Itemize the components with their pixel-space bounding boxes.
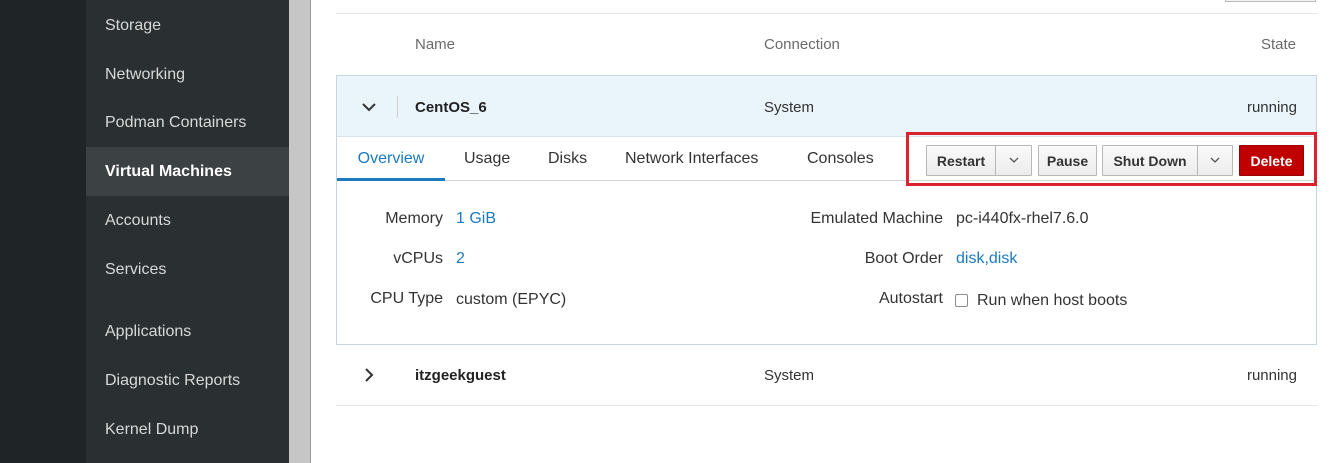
autostart-checkbox[interactable] — [955, 294, 968, 307]
sidebar-item-kernel-dump[interactable]: Kernel Dump — [86, 405, 289, 454]
boot-order-value-link[interactable]: disk,disk — [956, 250, 1017, 268]
tab-usage[interactable]: Usage — [464, 137, 510, 181]
main-content: Name Connection State CentOS_6 System ru… — [311, 0, 1341, 463]
sidebar-item-podman-containers[interactable]: Podman Containers — [86, 98, 289, 147]
vcpus-label: vCPUs — [393, 250, 443, 267]
emulated-machine-value: pc-i440fx-rhel7.6.0 — [956, 210, 1089, 227]
column-header-state: State — [1261, 36, 1297, 53]
sidebar-item-networking[interactable]: Networking — [86, 50, 289, 99]
vm-name[interactable]: itzgeekguest — [415, 367, 506, 384]
sidebar-item-virtual-machines[interactable]: Virtual Machines — [86, 147, 289, 196]
tab-disks[interactable]: Disks — [548, 137, 587, 181]
emulated-machine-label: Emulated Machine — [810, 210, 943, 227]
tab-consoles[interactable]: Consoles — [807, 137, 874, 181]
top-button-edge[interactable] — [1225, 0, 1316, 2]
divider — [336, 13, 1317, 14]
sidebar-item-diagnostic-reports[interactable]: Diagnostic Reports — [86, 356, 289, 405]
vcpus-value-link[interactable]: 2 — [456, 250, 465, 268]
vm-row[interactable]: itzgeekguest System running — [336, 345, 1317, 406]
autostart-label: Autostart — [878, 290, 943, 307]
cockpit-page: Storage Networking Podman Containers Vir… — [0, 0, 1341, 463]
sidebar-item-accounts[interactable]: Accounts — [86, 196, 289, 245]
vm-state: running — [1246, 367, 1297, 384]
cpu-type-label: CPU Type — [370, 290, 443, 307]
vm-name[interactable]: CentOS_6 — [415, 99, 487, 116]
tab-network-interfaces[interactable]: Network Interfaces — [625, 137, 758, 181]
chevron-right-icon[interactable] — [359, 365, 379, 385]
sidebar-item-storage[interactable]: Storage — [86, 1, 289, 50]
frame-gutter — [289, 0, 311, 463]
sidebar-item-applications[interactable]: Applications — [86, 307, 289, 356]
cpu-type-value: custom (EPYC) — [456, 291, 567, 308]
tab-overview[interactable]: Overview — [337, 137, 445, 181]
autostart-checkbox-label[interactable]: Run when host boots — [977, 292, 1127, 310]
row-separator — [397, 96, 398, 118]
memory-value-link[interactable]: 1 GiB — [456, 210, 496, 228]
annotation-highlight-box — [906, 132, 1317, 186]
vm-connection: System — [764, 367, 815, 384]
sidebar-nav: Storage Networking Podman Containers Vir… — [86, 0, 289, 463]
column-header-name: Name — [415, 36, 456, 53]
left-strip — [0, 0, 86, 463]
boot-order-label: Boot Order — [864, 250, 943, 267]
vm-connection: System — [764, 99, 815, 116]
sidebar-item-services[interactable]: Services — [86, 245, 289, 294]
column-header-connection: Connection — [764, 36, 840, 53]
vm-card-expanded: CentOS_6 System running Overview Usage D… — [336, 75, 1317, 345]
memory-label: Memory — [385, 210, 443, 227]
vm-state: running — [1246, 99, 1297, 116]
chevron-down-icon[interactable] — [359, 97, 379, 117]
vm-row[interactable]: CentOS_6 System running — [337, 76, 1316, 137]
